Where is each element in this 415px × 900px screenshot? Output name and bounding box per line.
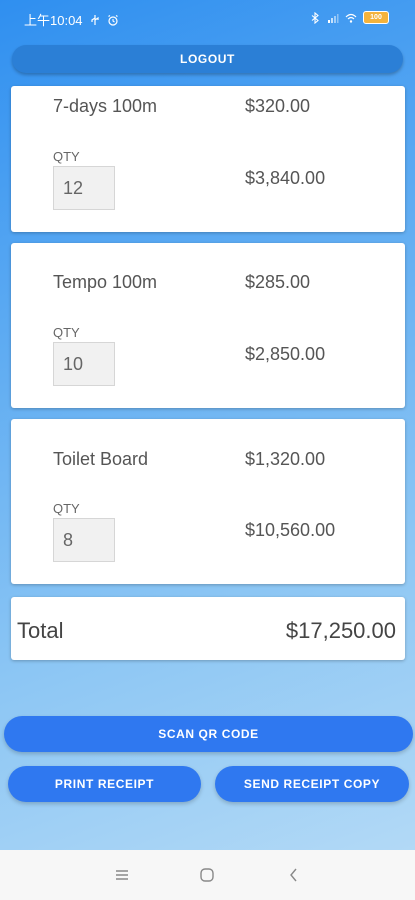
item-unit-price: $285.00 <box>245 272 311 292</box>
item-line-total: $10,560.00 <box>245 520 336 540</box>
wifi-icon <box>345 13 357 23</box>
item-line-total: $2,850.00 <box>245 344 326 364</box>
item-name: Tempo 100m <box>53 272 158 292</box>
cart-item-card: 7-days 100m $320.00 QTY 12 $3,840.00 <box>11 86 405 232</box>
navigation-bar <box>0 850 415 900</box>
battery-icon: 100 <box>363 11 389 24</box>
qty-input[interactable]: 10 <box>53 342 115 386</box>
item-line-total: $3,840.00 <box>245 168 326 188</box>
print-receipt-button[interactable]: PRINT RECEIPT <box>8 766 201 802</box>
usb-icon <box>90 14 99 25</box>
qty-label: QTY <box>53 501 80 516</box>
status-time: 上午10:04 <box>24 13 83 28</box>
status-left: 上午10:04 <box>24 10 119 29</box>
logout-button[interactable]: LOGOUT <box>12 45 403 73</box>
qty-input[interactable]: 12 <box>53 166 115 210</box>
status-right: 100 <box>309 11 389 24</box>
item-unit-price: $320.00 <box>245 96 311 116</box>
bluetooth-icon <box>311 11 319 24</box>
qty-input[interactable]: 8 <box>53 518 115 562</box>
item-name: Toilet Board <box>53 449 149 469</box>
home-icon[interactable] <box>198 866 216 884</box>
total-card: Total $17,250.00 <box>11 597 405 660</box>
menu-icon[interactable] <box>113 866 131 884</box>
back-icon[interactable] <box>285 866 303 884</box>
cart-item-card: Toilet Board $1,320.00 QTY 8 $10,560.00 <box>11 419 405 584</box>
item-unit-price: $1,320.00 <box>245 449 326 469</box>
scan-qr-code-button[interactable]: SCAN QR CODE <box>4 716 413 752</box>
send-receipt-copy-button[interactable]: SEND RECEIPT COPY <box>215 766 409 802</box>
qty-label: QTY <box>53 325 80 340</box>
signal-icon <box>328 13 339 23</box>
item-name: 7-days 100m <box>53 96 158 116</box>
status-bar: 上午10:04 100 <box>0 0 415 38</box>
cart-item-card: Tempo 100m $285.00 QTY 10 $2,850.00 <box>11 243 405 408</box>
total-label: Total <box>17 618 64 643</box>
qty-label: QTY <box>53 149 80 164</box>
total-value: $17,250.00 <box>285 618 396 643</box>
alarm-icon <box>107 14 118 26</box>
